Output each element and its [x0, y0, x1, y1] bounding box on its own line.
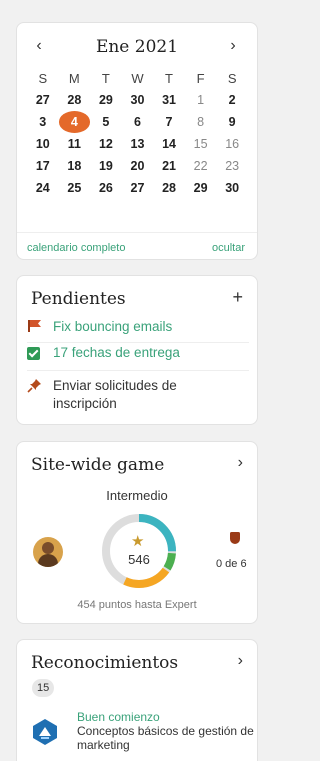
calendar-week: 24 25 26 27 28 29 30	[27, 177, 248, 199]
calendar-day[interactable]: 12	[90, 137, 122, 151]
chevron-right-icon[interactable]: ›	[221, 35, 245, 59]
task-item[interactable]: Enviar solicitudes de inscripción	[27, 377, 249, 413]
calendar-day[interactable]: 28	[153, 181, 185, 195]
calendar-day[interactable]: 2	[216, 93, 248, 107]
star-icon: ★	[131, 533, 145, 550]
points-to-next-level: 454 puntos hasta Expert	[77, 599, 197, 611]
calendar-week: 17 18 19 20 21 22 23	[27, 155, 248, 177]
weekday-label: F	[196, 70, 205, 86]
calendar-day[interactable]: 13	[122, 137, 154, 151]
calendar-day[interactable]: 14	[153, 137, 185, 151]
calendar-day[interactable]: 18	[59, 159, 91, 173]
calendar-day[interactable]: 5	[90, 115, 122, 129]
pending-title: Pendientes	[31, 289, 126, 309]
weekday-row: S M T W T F S	[27, 67, 248, 89]
full-calendar-link[interactable]: calendario completo	[27, 242, 125, 254]
task-label[interactable]: 17 fechas de entrega	[53, 345, 180, 360]
score-value: 546	[128, 552, 150, 567]
weekday-label: T	[165, 70, 173, 86]
weekday-label: M	[68, 70, 80, 86]
calendar-day[interactable]: 24	[27, 181, 59, 195]
calendar-day-today[interactable]: 4	[58, 111, 91, 133]
calendar-day[interactable]: 9	[216, 115, 248, 129]
game-card: Site-wide game › Intermedio ★ 546 0 de 6…	[16, 441, 258, 624]
recognitions-title: Reconocimientos	[31, 653, 179, 673]
weekday-label: S	[38, 70, 48, 86]
calendar-footer: calendario completo ocultar	[17, 232, 257, 260]
calendar-day[interactable]: 8	[185, 115, 217, 129]
badge-count: 0 de 6	[216, 558, 247, 570]
calendar-day[interactable]: 28	[59, 93, 91, 107]
calendar-day[interactable]: 3	[27, 115, 59, 129]
calendar-day[interactable]: 11	[59, 137, 91, 151]
calendar-grid: S M T W T F S 27 28 29 30 31 1 2 3 4 5 6…	[27, 67, 248, 199]
achievement-description: Conceptos básicos de gestión de marketin…	[77, 724, 254, 752]
calendar-day[interactable]: 20	[122, 159, 154, 173]
calendar-day[interactable]: 27	[122, 181, 154, 195]
calendar-day[interactable]: 6	[122, 115, 154, 129]
calendar-day[interactable]: 23	[216, 159, 248, 173]
calendar-day[interactable]: 26	[90, 181, 122, 195]
task-item[interactable]: Fix bouncing emails	[27, 319, 249, 343]
calendar-card: ‹ Ene 2021 › S M T W T F S 27 28 29 30 3…	[16, 22, 258, 260]
calendar-day[interactable]: 21	[153, 159, 185, 173]
progress-ring	[102, 514, 176, 588]
task-label[interactable]: Enviar solicitudes de inscripción	[53, 377, 213, 413]
chevron-right-icon[interactable]: ›	[238, 652, 243, 670]
task-item[interactable]: 17 fechas de entrega	[27, 345, 249, 371]
add-icon[interactable]: +	[232, 287, 243, 308]
achievement-title[interactable]: Buen comienzo	[77, 710, 160, 724]
calendar-day[interactable]: 27	[27, 93, 59, 107]
flag-icon	[27, 319, 53, 336]
task-label[interactable]: Fix bouncing emails	[53, 319, 172, 334]
calendar-day[interactable]: 30	[216, 181, 248, 195]
avatar	[33, 537, 63, 567]
calendar-week: 10 11 12 13 14 15 16	[27, 133, 248, 155]
calendar-day[interactable]: 29	[90, 93, 122, 107]
weekday-label: S	[227, 70, 237, 86]
calendar-day[interactable]: 25	[59, 181, 91, 195]
pending-card: Pendientes + Fix bouncing emails 17 fech…	[16, 275, 258, 425]
calendar-day[interactable]: 16	[216, 137, 248, 151]
calendar-day[interactable]: 7	[153, 115, 185, 129]
recognitions-card: Reconocimientos › 15 Buen comienzo Conce…	[16, 639, 258, 761]
pin-icon	[27, 377, 53, 396]
calendar-day[interactable]: 10	[27, 137, 59, 151]
calendar-day[interactable]: 29	[185, 181, 217, 195]
calendar-day[interactable]: 17	[27, 159, 59, 173]
recognitions-count-badge: 15	[32, 679, 55, 697]
chevron-right-icon[interactable]: ›	[238, 454, 243, 472]
checkbox-icon	[27, 345, 53, 361]
today-marker: 4	[58, 111, 91, 133]
game-title: Site-wide game	[31, 455, 165, 475]
calendar-day[interactable]: 22	[185, 159, 217, 173]
calendar-day[interactable]: 30	[122, 93, 154, 107]
calendar-day[interactable]: 1	[185, 93, 217, 107]
calendar-week: 3 4 5 6 7 8 9	[27, 111, 248, 133]
achievement-badge-icon	[33, 719, 57, 745]
level-label: Intermedio	[106, 488, 168, 503]
shield-icon	[230, 532, 240, 544]
hide-calendar-link[interactable]: ocultar	[212, 242, 245, 254]
calendar-day[interactable]: 19	[90, 159, 122, 173]
weekday-label: W	[131, 70, 144, 86]
calendar-week: 27 28 29 30 31 1 2	[27, 89, 248, 111]
calendar-day[interactable]: 31	[153, 93, 185, 107]
weekday-label: T	[101, 70, 110, 86]
calendar-day[interactable]: 15	[185, 137, 217, 151]
calendar-header: ‹ Ene 2021 ›	[17, 35, 257, 57]
